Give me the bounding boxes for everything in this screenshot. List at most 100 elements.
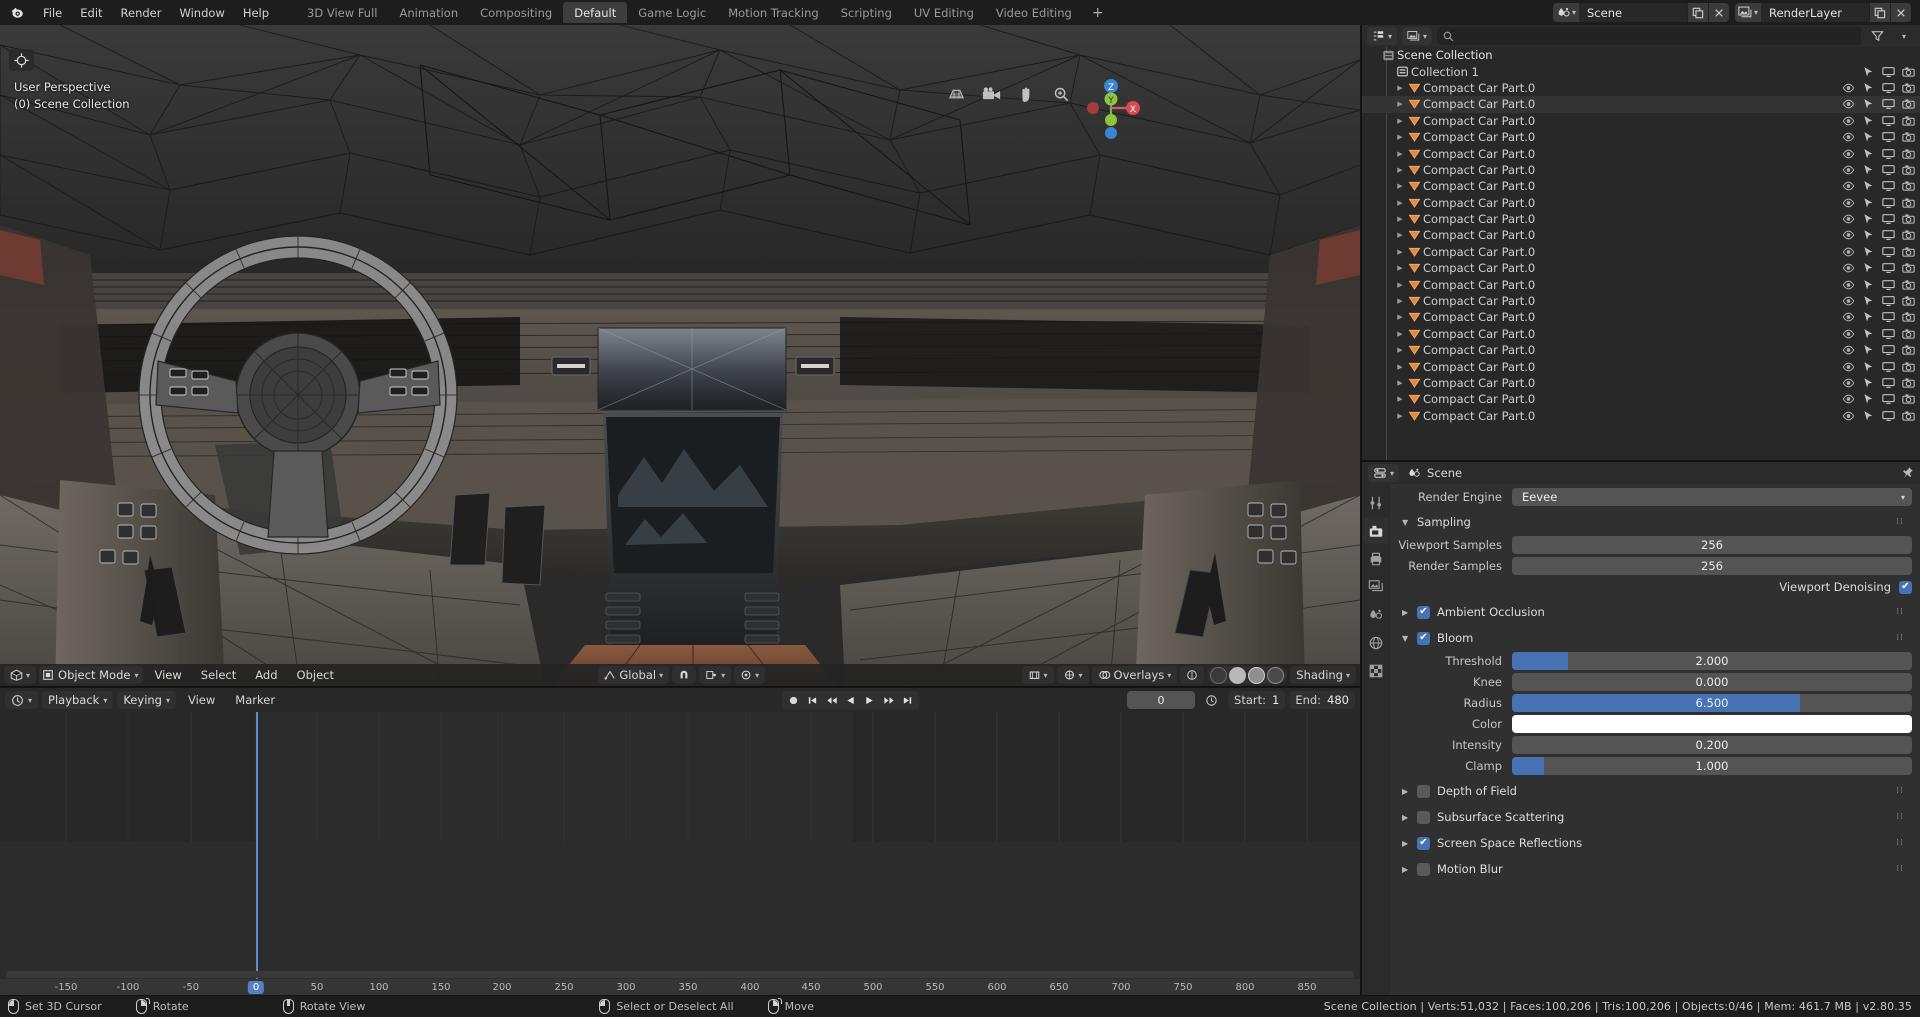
outliner-row-object[interactable]: ▶ Compact Car Part.0 xyxy=(1362,113,1920,129)
start-frame-field[interactable]: Start: 1 xyxy=(1228,691,1286,709)
motion-blur-checkbox[interactable] xyxy=(1417,862,1430,876)
outliner-row-object[interactable]: ▶ Compact Car Part.0 xyxy=(1362,293,1920,309)
bloom-disclosure-icon[interactable]: ▼ xyxy=(1402,634,1410,643)
object-expand-icon[interactable]: ▶ xyxy=(1394,100,1406,108)
eye-icon[interactable] xyxy=(1838,391,1858,407)
object-expand-icon[interactable]: ▶ xyxy=(1394,346,1406,354)
monitor-screen-icon[interactable] xyxy=(1878,358,1898,374)
camera-render-icon[interactable] xyxy=(1898,375,1918,391)
viewlayer-name-field[interactable]: RenderLayer xyxy=(1761,3,1869,22)
monitor-screen-icon[interactable] xyxy=(1878,293,1898,309)
viewport-denoising-checkbox[interactable]: ✔ xyxy=(1899,580,1912,594)
grid-toggle-icon[interactable] xyxy=(945,83,967,105)
menu-file[interactable]: File xyxy=(34,3,71,23)
sync-clock-icon[interactable] xyxy=(1203,692,1220,709)
cursor-select-icon[interactable] xyxy=(1858,358,1878,374)
active-tool-button[interactable] xyxy=(9,49,34,71)
subsurface-scattering-disclosure-icon[interactable]: ▶ xyxy=(1402,813,1410,822)
outliner-row-object[interactable]: ▶ Compact Car Part.0 xyxy=(1362,326,1920,342)
cursor-select-icon[interactable] xyxy=(1858,96,1878,112)
monitor-screen-icon[interactable] xyxy=(1878,309,1898,325)
shading-lookdev-icon[interactable] xyxy=(1248,666,1266,684)
render-samples-field[interactable]: 256 xyxy=(1512,557,1912,575)
workspace-tab-uv-editing[interactable]: UV Editing xyxy=(903,2,985,23)
camera-render-icon[interactable] xyxy=(1898,244,1918,260)
xray-icon[interactable] xyxy=(1180,666,1204,684)
play-icon[interactable] xyxy=(861,692,878,709)
outliner-row-object[interactable]: ▶ Compact Car Part.0 xyxy=(1362,129,1920,145)
outliner-row-scene-collection[interactable]: Scene Collection xyxy=(1362,47,1920,63)
navigation-gizmo[interactable]: Z X Y xyxy=(1080,77,1142,139)
pivot-point-dropdown[interactable]: ▾ xyxy=(699,666,732,684)
outliner-search-input[interactable] xyxy=(1437,27,1861,45)
cursor-select-icon[interactable] xyxy=(1858,80,1878,96)
camera-render-icon[interactable] xyxy=(1898,145,1918,161)
cursor-select-icon[interactable] xyxy=(1858,293,1878,309)
section-sampling[interactable]: ▼ Sampling ⁞⁞ xyxy=(1394,512,1912,532)
camera-render-icon[interactable] xyxy=(1898,358,1918,374)
camera-render-icon[interactable] xyxy=(1898,211,1918,227)
scene-datablock[interactable]: ▾ Scene xyxy=(1553,3,1729,22)
outliner-row-object[interactable]: ▶ Compact Car Part.0 xyxy=(1362,96,1920,113)
scene-name-field[interactable]: Scene xyxy=(1579,3,1687,22)
object-expand-icon[interactable]: ▶ xyxy=(1394,330,1406,338)
prev-keyframe-icon[interactable] xyxy=(823,692,840,709)
scene-close-icon[interactable] xyxy=(1708,3,1729,22)
outliner-row-collection-1[interactable]: Collection 1 xyxy=(1362,63,1920,79)
depth-of-field-disclosure-icon[interactable]: ▶ xyxy=(1402,787,1410,796)
outliner-filter-chevron-icon[interactable]: ▾ xyxy=(1893,27,1915,45)
outliner-editor-type-button[interactable]: ▾ xyxy=(1367,27,1398,45)
object-expand-icon[interactable]: ▶ xyxy=(1394,117,1406,125)
eye-icon[interactable] xyxy=(1838,342,1858,358)
cursor-select-icon[interactable] xyxy=(1858,162,1878,178)
cursor-select-icon[interactable] xyxy=(1858,408,1878,424)
pan-hand-icon[interactable] xyxy=(1015,83,1037,105)
workspace-tab-scripting[interactable]: Scripting xyxy=(830,2,903,23)
monitor-screen-icon[interactable] xyxy=(1878,260,1898,276)
menu-help[interactable]: Help xyxy=(234,3,278,23)
camera-render-icon[interactable] xyxy=(1898,309,1918,325)
cursor-select-icon[interactable] xyxy=(1858,63,1878,79)
monitor-screen-icon[interactable] xyxy=(1878,63,1898,79)
shading-wireframe-icon[interactable] xyxy=(1210,666,1228,684)
eye-icon[interactable] xyxy=(1838,162,1858,178)
playback-transport-controls[interactable] xyxy=(782,690,920,710)
shading-solid-icon[interactable] xyxy=(1229,666,1247,684)
object-expand-icon[interactable]: ▶ xyxy=(1394,313,1406,321)
camera-render-icon[interactable] xyxy=(1898,227,1918,243)
workspace-tab-animation[interactable]: Animation xyxy=(388,2,469,23)
object-expand-icon[interactable]: ▶ xyxy=(1394,199,1406,207)
monitor-screen-icon[interactable] xyxy=(1878,408,1898,424)
cursor-select-icon[interactable] xyxy=(1858,145,1878,161)
eye-icon[interactable] xyxy=(1838,227,1858,243)
timeline-horizontal-scrollbar[interactable] xyxy=(6,970,1354,979)
timeline-body[interactable]: -150 -100 -50 50 100 150 200 250 300 350… xyxy=(0,712,1360,995)
viewport-menu-select[interactable]: Select xyxy=(193,666,244,684)
camera-render-icon[interactable] xyxy=(1898,342,1918,358)
pivot-point-icon[interactable]: ▾ xyxy=(699,666,731,684)
timeline-editor-type-button[interactable]: ▾ xyxy=(5,691,39,709)
outliner-row-object[interactable]: ▶ Compact Car Part.0 xyxy=(1362,195,1920,211)
outliner-row-object[interactable]: ▶ Compact Car Part.0 xyxy=(1362,375,1920,391)
eye-icon[interactable] xyxy=(1838,358,1858,374)
transform-orientation-dropdown[interactable]: Global ▾ xyxy=(598,666,670,684)
bloom-color-swatch[interactable] xyxy=(1512,715,1912,733)
viewport-menu-view[interactable]: View xyxy=(146,666,189,684)
camera-render-icon[interactable] xyxy=(1898,276,1918,292)
overlays-dropdown[interactable]: Overlays ▾ xyxy=(1091,666,1178,684)
outliner-row-object[interactable]: ▶ Compact Car Part.0 xyxy=(1362,309,1920,325)
object-expand-icon[interactable]: ▶ xyxy=(1394,231,1406,239)
camera-render-icon[interactable] xyxy=(1898,96,1918,112)
eye-icon[interactable] xyxy=(1838,80,1858,96)
camera-render-icon[interactable] xyxy=(1898,162,1918,178)
object-expand-icon[interactable]: ▶ xyxy=(1394,412,1406,420)
section-bloom[interactable]: ▼ ✔ Bloom ⁞⁞ xyxy=(1394,628,1912,648)
object-expand-icon[interactable]: ▶ xyxy=(1394,166,1406,174)
pin-icon[interactable] xyxy=(1900,466,1914,480)
monitor-screen-icon[interactable] xyxy=(1878,162,1898,178)
outliner-tree[interactable]: Scene Collection Collection 1 ▶ Compact … xyxy=(1362,47,1920,460)
sampling-disclosure-icon[interactable]: ▼ xyxy=(1402,518,1410,527)
viewlayer-icon[interactable]: ▾ xyxy=(1735,3,1761,22)
jump-end-icon[interactable] xyxy=(899,692,916,709)
zoom-magnifier-icon[interactable] xyxy=(1050,83,1072,105)
